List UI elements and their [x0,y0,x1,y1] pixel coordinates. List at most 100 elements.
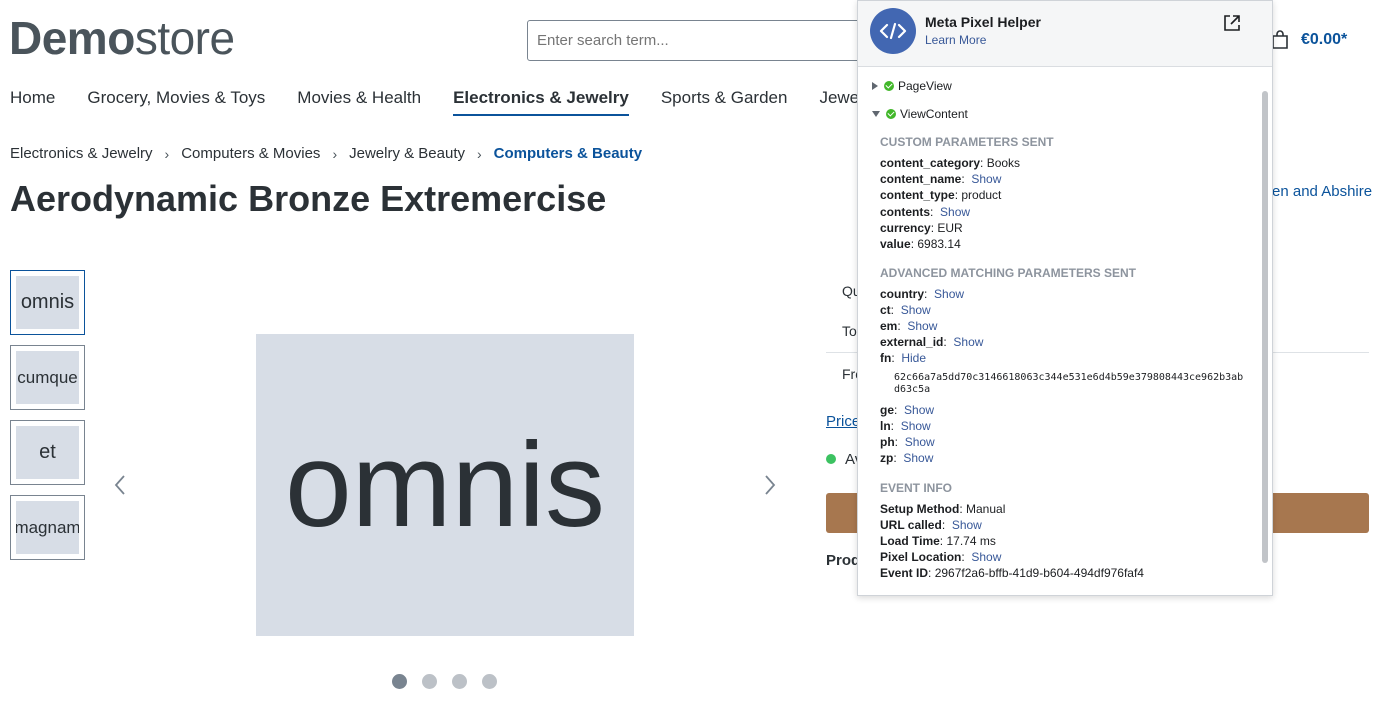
panel-scrollbar[interactable] [1262,91,1268,563]
param-row: ge: Show [880,403,935,417]
pixel-helper-header: Meta Pixel Helper Learn More [858,1,1272,67]
cart-total[interactable]: €0.00* [1301,31,1347,49]
nav-item-home[interactable]: Home [10,88,55,116]
param-row: contents: Show [880,205,971,219]
show-link[interactable]: Show [940,205,970,219]
param-key: ln [880,419,891,433]
param-row: ph: Show [880,435,935,449]
show-link[interactable]: Show [903,451,933,465]
event-info-row: URL called: Show [880,518,982,532]
chevron-left-icon[interactable] [110,470,130,500]
pixel-helper-body: PageView ViewContent CUSTOM PARAMETERS S… [858,68,1258,596]
info-key: Setup Method [880,502,960,516]
availability-dot [826,454,836,464]
price-link[interactable]: Price [826,413,860,430]
show-link[interactable]: Show [934,287,964,301]
carousel-dot[interactable] [452,674,467,689]
breadcrumb-item[interactable]: Computers & Movies [181,145,320,162]
thumbnail[interactable]: magnam [10,495,85,560]
learn-more-link[interactable]: Learn More [925,33,986,47]
carousel-dot[interactable] [392,674,407,689]
param-key: currency [880,221,931,235]
nav-item-sports[interactable]: Sports & Garden [661,88,788,116]
info-key: Event ID [880,566,929,580]
event-viewcontent[interactable]: ViewContent [872,107,968,121]
show-link[interactable]: Show [901,419,931,433]
param-key: ge [880,403,895,417]
param-row: external_id: Show [880,335,984,349]
show-link[interactable]: Show [901,303,931,317]
total-label: To [842,323,857,339]
info-key: Pixel Location [880,550,962,564]
custom-params-header: CUSTOM PARAMETERS SENT [880,135,1054,149]
param-key: value [880,237,911,251]
logo-light: store [134,12,235,64]
thumbnail-label: cumque [16,351,79,404]
nav-item-electronics[interactable]: Electronics & Jewelry [453,88,629,116]
param-key: zp [880,451,894,465]
event-name: PageView [898,79,952,93]
event-name: ViewContent [900,107,968,121]
info-key: URL called [880,518,942,532]
external-link-icon[interactable] [1222,13,1242,33]
breadcrumb-item[interactable]: Jewelry & Beauty [349,145,465,162]
param-key: external_id [880,335,944,349]
code-icon [870,8,916,54]
chevron-right-icon[interactable] [760,470,780,500]
param-key: country [880,287,925,301]
event-info-header: EVENT INFO [880,481,953,495]
breadcrumb-item[interactable]: Electronics & Jewelry [10,145,153,162]
show-link[interactable]: Show [904,403,934,417]
pixel-helper-panel: Meta Pixel Helper Learn More PageView Vi… [857,0,1273,596]
manufacturer-link[interactable]: en and Abshire [1272,183,1372,200]
param-row: content_name: Show [880,172,1002,186]
nav-item-movies-health[interactable]: Movies & Health [297,88,421,116]
param-value: product [961,188,1002,202]
show-link[interactable]: Show [907,319,937,333]
param-row: zp: Show [880,451,934,465]
check-circle-icon [884,81,894,91]
show-link[interactable]: Show [971,550,1001,564]
param-key: ph [880,435,895,449]
check-circle-icon [886,109,896,119]
thumbnail[interactable]: omnis [10,270,85,335]
cart-icon[interactable] [1270,30,1290,50]
caret-right-icon [872,82,878,90]
thumbnail[interactable]: cumque [10,345,85,410]
param-row: ln: Show [880,419,931,433]
info-key: Load Time [880,534,940,548]
advanced-params-header: ADVANCED MATCHING PARAMETERS SENT [880,266,1137,280]
param-key: content_name [880,172,962,186]
breadcrumb-current[interactable]: Computers & Beauty [494,145,642,162]
main-nav: Home Grocery, Movies & Toys Movies & Hea… [10,88,901,118]
breadcrumb: Electronics & Jewelry › Computers & Movi… [10,145,642,162]
param-key: ct [880,303,891,317]
param-row: currency: EUR [880,221,963,235]
show-link[interactable]: Show [952,518,982,532]
thumbnail-label: omnis [16,276,79,329]
event-info-row: Load Time: 17.74 ms [880,534,996,548]
param-key: em [880,319,898,333]
info-value: Manual [966,502,1006,516]
carousel-dot[interactable] [422,674,437,689]
show-link[interactable]: Show [953,335,983,349]
param-row: content_type: product [880,188,1002,202]
event-info-row: Pixel Location: Show [880,550,1002,564]
show-link[interactable]: Show [905,435,935,449]
carousel-dot[interactable] [482,674,497,689]
chevron-right-icon: › [477,145,482,162]
thumbnail[interactable]: et [10,420,85,485]
event-pageview[interactable]: PageView [872,79,952,93]
param-row: fn: Hide [880,351,927,365]
param-key: contents [880,205,931,219]
store-logo[interactable]: Demostore [9,12,235,64]
info-value: 2967f2a6-bffb-41d9-b604-494df976faf4 [934,566,1144,580]
param-value: Books [986,156,1021,170]
param-row: ct: Show [880,303,931,317]
nav-item-grocery[interactable]: Grocery, Movies & Toys [87,88,265,116]
show-link[interactable]: Show [971,172,1001,186]
hide-link[interactable]: Hide [901,351,926,365]
carousel-dots [392,674,512,689]
chevron-right-icon: › [164,145,170,162]
param-value: 6983.14 [917,237,961,251]
